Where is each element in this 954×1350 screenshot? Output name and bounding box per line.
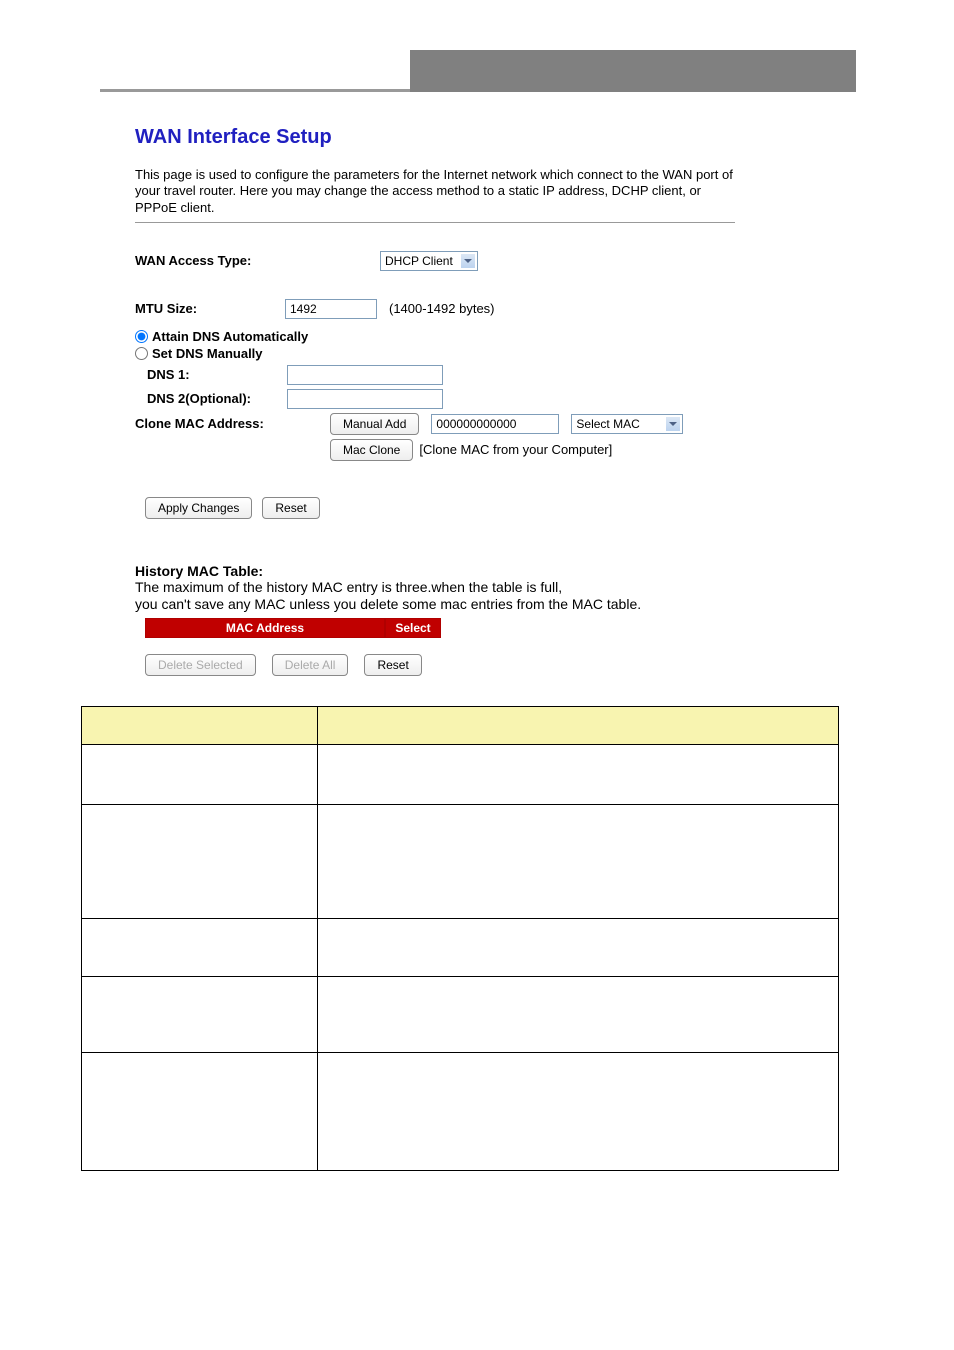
table-cell <box>82 918 318 976</box>
delete-selected-button[interactable]: Delete Selected <box>145 654 256 676</box>
wan-access-type-label: WAN Access Type: <box>135 253 285 268</box>
wan-access-type-select[interactable]: DHCP Client <box>380 251 478 271</box>
dns-auto-label[interactable]: Attain DNS Automatically <box>152 329 308 344</box>
history-reset-button[interactable]: Reset <box>364 654 421 676</box>
def-col2-header <box>318 706 839 744</box>
select-mac-dropdown[interactable]: Select MAC <box>571 414 683 434</box>
mtu-hint: (1400-1492 bytes) <box>389 301 495 316</box>
table-cell <box>82 744 318 804</box>
table-cell <box>82 976 318 1052</box>
page-title: WAN Interface Setup <box>135 126 855 149</box>
mac-clone-button[interactable]: Mac Clone <box>330 439 413 461</box>
clone-mac-label: Clone MAC Address: <box>135 416 330 431</box>
dns-manual-radio[interactable] <box>135 347 148 360</box>
table-cell <box>318 976 839 1052</box>
delete-all-button[interactable]: Delete All <box>272 654 349 676</box>
history-text-1: The maximum of the history MAC entry is … <box>135 579 855 597</box>
table-cell <box>318 744 839 804</box>
mtu-label: MTU Size: <box>135 301 285 316</box>
apply-changes-button[interactable]: Apply Changes <box>145 497 252 519</box>
mac-table: MAC Address Select <box>145 618 441 638</box>
table-cell <box>318 918 839 976</box>
dns2-label: DNS 2(Optional): <box>147 391 287 406</box>
header-bar <box>100 50 856 92</box>
dns1-input[interactable] <box>287 365 443 385</box>
table-cell <box>82 1052 318 1170</box>
def-col1-header <box>82 706 318 744</box>
history-text-2: you can't save any MAC unless you delete… <box>135 596 855 614</box>
definition-table <box>81 706 839 1171</box>
dns1-label: DNS 1: <box>147 367 287 382</box>
mac-input[interactable] <box>431 414 559 434</box>
separator <box>135 222 735 223</box>
mac-clone-hint: [Clone MAC from your Computer] <box>419 442 612 457</box>
table-cell <box>82 804 318 918</box>
table-cell <box>318 804 839 918</box>
manual-add-button[interactable]: Manual Add <box>330 413 419 435</box>
table-cell <box>318 1052 839 1170</box>
mtu-input[interactable] <box>285 299 377 319</box>
mac-table-col-mac: MAC Address <box>146 619 386 637</box>
dns2-input[interactable] <box>287 389 443 409</box>
mac-table-col-select: Select <box>386 619 440 637</box>
reset-button[interactable]: Reset <box>262 497 319 519</box>
intro-text: This page is used to configure the param… <box>135 167 735 216</box>
history-title: History MAC Table: <box>135 563 855 579</box>
dns-auto-radio[interactable] <box>135 330 148 343</box>
dns-manual-label[interactable]: Set DNS Manually <box>152 346 263 361</box>
header-gray-block <box>410 50 856 92</box>
